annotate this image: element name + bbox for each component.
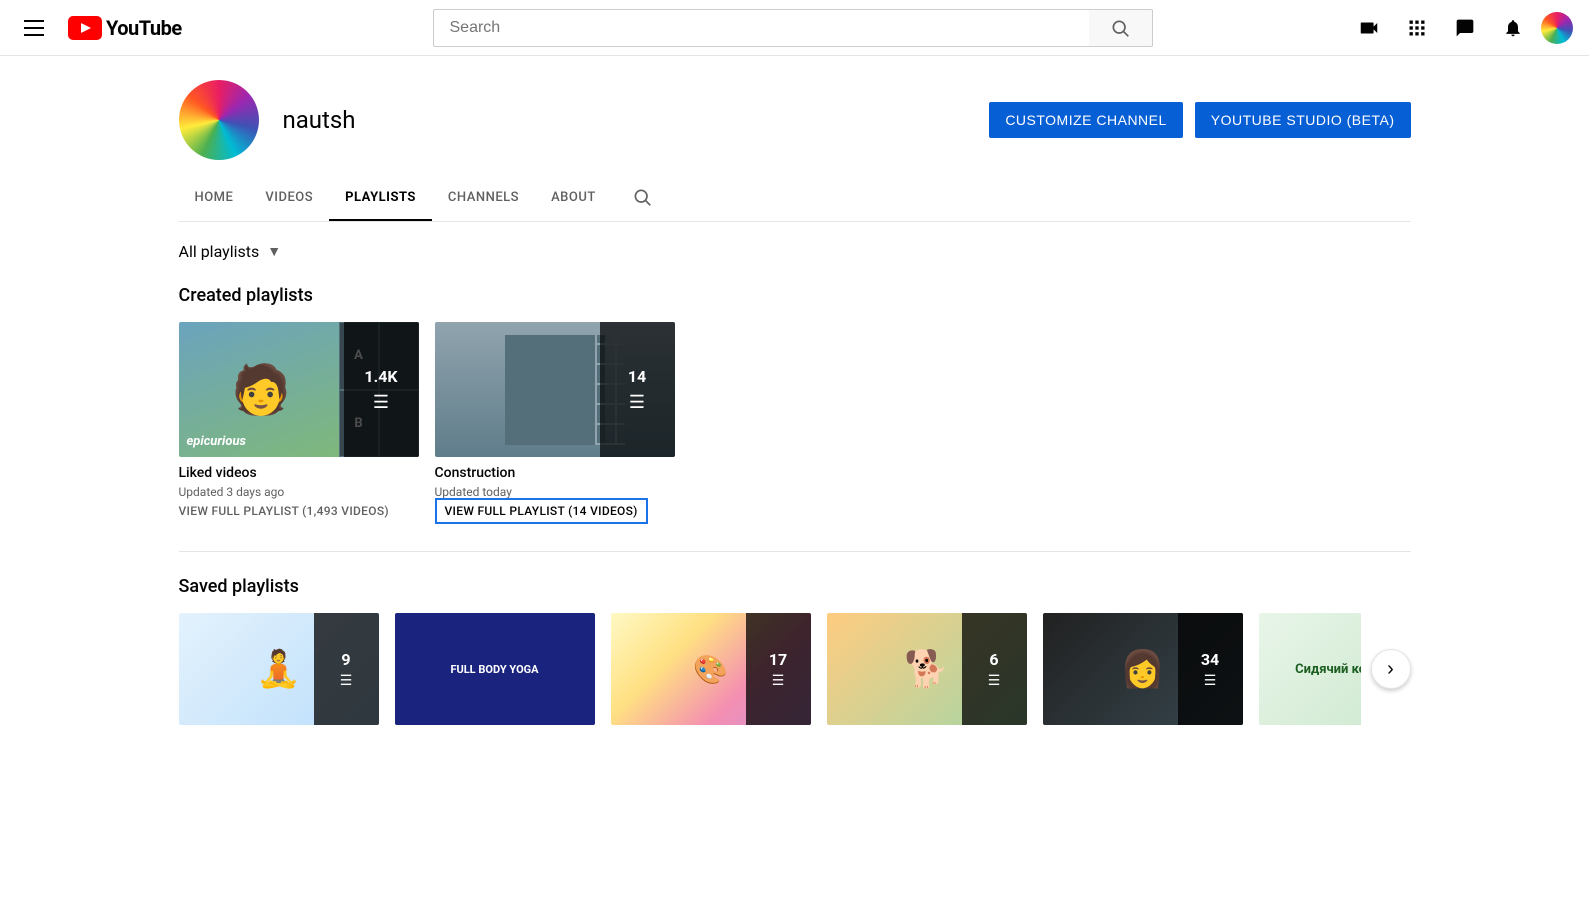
yoga-queue-icon: ☰ bbox=[340, 673, 353, 689]
apps-icon bbox=[1407, 18, 1427, 38]
dog-count: 6 bbox=[989, 650, 998, 669]
header-left: YouTube bbox=[16, 12, 236, 44]
youtube-studio-button[interactable]: YOUTUBE STUDIO (BETA) bbox=[1195, 102, 1411, 138]
saved-card-art[interactable]: 🎨 17 ☰ bbox=[611, 613, 811, 725]
construction-building bbox=[505, 335, 605, 445]
saved-playlists-section: Saved playlists 🧘 9 ☰ bbox=[179, 576, 1411, 725]
notifications-button[interactable] bbox=[1493, 8, 1533, 48]
channel-nav: HOME VIDEOS PLAYLISTS CHANNELS ABOUT bbox=[179, 176, 1411, 222]
channel-name: nautsh bbox=[283, 106, 966, 134]
channel-container: nautsh CUSTOMIZE CHANNEL YOUTUBE STUDIO … bbox=[155, 56, 1435, 777]
saved-row-wrapper: 🧘 9 ☰ FULL BODY YOGA bbox=[179, 613, 1411, 725]
saved-card-yoga[interactable]: 🧘 9 ☰ bbox=[179, 613, 379, 725]
saved-overlay-music: 34 ☰ bbox=[1178, 613, 1243, 725]
liked-title: Liked videos bbox=[179, 465, 419, 481]
playlist-thumb-construction: 14 ☰ bbox=[435, 322, 675, 457]
filter-dropdown-arrow: ▼ bbox=[267, 243, 281, 260]
header-right bbox=[1349, 8, 1573, 48]
dog-queue-icon: ☰ bbox=[988, 673, 1001, 689]
dog-emoji: 🐕 bbox=[904, 648, 949, 690]
search-input[interactable] bbox=[433, 9, 1089, 47]
art-count: 17 bbox=[769, 650, 787, 669]
fullbody-text: FULL BODY YOGA bbox=[395, 613, 595, 725]
russian-text: Сидячий комплекс L bbox=[1259, 613, 1361, 725]
hamburger-menu-button[interactable] bbox=[16, 12, 52, 44]
playlist-card-construction[interactable]: 14 ☰ Construction Updated today VIEW FUL… bbox=[435, 322, 675, 519]
epicurious-label: epicurious bbox=[187, 434, 247, 449]
liked-overlay: 1.4K ☰ bbox=[344, 322, 419, 457]
queue-icon-construction: ☰ bbox=[629, 392, 645, 413]
saved-overlay-yoga: 9 ☰ bbox=[314, 613, 379, 725]
saved-overlay-dog: 6 ☰ bbox=[962, 613, 1027, 725]
customize-channel-button[interactable]: CUSTOMIZE CHANNEL bbox=[989, 102, 1182, 138]
created-playlists-section: Created playlists 🧑 epicurious A B bbox=[179, 285, 1411, 519]
construction-updated: Updated today bbox=[435, 485, 675, 499]
saved-thumb-dog: 🐕 6 ☰ bbox=[827, 613, 1027, 725]
saved-thumb-russian: Сидячий комплекс L 56 ☰ bbox=[1259, 613, 1361, 725]
channel-avatar bbox=[179, 80, 259, 160]
content-area: All playlists ▼ Created playlists 🧑 epic… bbox=[179, 222, 1411, 777]
youtube-logo-text: YouTube bbox=[106, 16, 182, 40]
bell-icon bbox=[1503, 18, 1523, 38]
search-bar bbox=[433, 9, 1153, 47]
art-queue-icon: ☰ bbox=[772, 673, 785, 689]
activities-button[interactable] bbox=[1445, 8, 1485, 48]
saved-thumb-fullbody: FULL BODY YOGA bbox=[395, 613, 595, 725]
tab-home[interactable]: HOME bbox=[179, 176, 250, 221]
search-button[interactable] bbox=[1089, 9, 1153, 47]
header: YouTube bbox=[0, 0, 1589, 56]
saved-card-music[interactable]: 👩 34 ☰ bbox=[1043, 613, 1243, 725]
playlists-filter[interactable]: All playlists ▼ bbox=[179, 242, 1411, 261]
music-emoji: 👩 bbox=[1120, 648, 1165, 690]
person-emoji: 🧑 bbox=[231, 361, 291, 418]
construction-view-link[interactable]: VIEW FULL PLAYLIST (14 VIDEOS) bbox=[435, 498, 648, 524]
music-queue-icon: ☰ bbox=[1204, 673, 1217, 689]
saved-card-russian[interactable]: Сидячий комплекс L 56 ☰ bbox=[1259, 613, 1361, 725]
youtube-logo[interactable]: YouTube bbox=[68, 16, 182, 40]
created-section-title: Created playlists bbox=[179, 285, 1411, 306]
tab-videos[interactable]: VIDEOS bbox=[249, 176, 329, 221]
created-playlist-grid: 🧑 epicurious A B 1.4K ☰ bbox=[179, 322, 1411, 519]
upload-button[interactable] bbox=[1349, 8, 1389, 48]
apps-button[interactable] bbox=[1397, 8, 1437, 48]
queue-icon-liked: ☰ bbox=[373, 392, 389, 413]
upload-icon bbox=[1358, 17, 1380, 39]
filter-label: All playlists bbox=[179, 242, 260, 261]
tab-playlists[interactable]: PLAYLISTS bbox=[329, 176, 432, 221]
section-divider bbox=[179, 551, 1411, 552]
saved-thumb-art: 🎨 17 ☰ bbox=[611, 613, 811, 725]
saved-thumb-yoga: 🧘 9 ☰ bbox=[179, 613, 379, 725]
chat-icon bbox=[1455, 18, 1475, 38]
youtube-logo-icon bbox=[68, 16, 102, 40]
saved-overlay-art: 17 ☰ bbox=[746, 613, 811, 725]
channel-search-button[interactable] bbox=[620, 177, 664, 220]
yoga-person-icon: 🧘 bbox=[256, 648, 301, 690]
liked-view-link[interactable]: VIEW FULL PLAYLIST (1,493 VIDEOS) bbox=[179, 504, 389, 518]
scroll-right-button[interactable]: › bbox=[1371, 649, 1411, 689]
construction-overlay: 14 ☰ bbox=[600, 322, 675, 457]
liked-count: 1.4K bbox=[364, 367, 397, 386]
construction-count: 14 bbox=[628, 367, 646, 386]
playlist-thumb-liked: 🧑 epicurious A B 1.4K ☰ bbox=[179, 322, 419, 457]
playlist-info-construction: Construction Updated today VIEW FULL PLA… bbox=[435, 465, 675, 519]
construction-title: Construction bbox=[435, 465, 675, 481]
music-count: 34 bbox=[1201, 650, 1219, 669]
tab-about[interactable]: ABOUT bbox=[535, 176, 612, 221]
yoga-count: 9 bbox=[341, 650, 350, 669]
saved-card-dog[interactable]: 🐕 6 ☰ bbox=[827, 613, 1027, 725]
channel-actions: CUSTOMIZE CHANNEL YOUTUBE STUDIO (BETA) bbox=[989, 102, 1410, 138]
liked-updated: Updated 3 days ago bbox=[179, 485, 419, 499]
saved-card-fullbody[interactable]: FULL BODY YOGA bbox=[395, 613, 595, 725]
saved-section-title: Saved playlists bbox=[179, 576, 1411, 597]
playlist-info-liked: Liked videos Updated 3 days ago VIEW FUL… bbox=[179, 465, 419, 519]
tab-channels[interactable]: CHANNELS bbox=[432, 176, 535, 221]
saved-thumb-music: 👩 34 ☰ bbox=[1043, 613, 1243, 725]
art-palette-icon: 🎨 bbox=[693, 653, 728, 686]
avatar[interactable] bbox=[1541, 12, 1573, 44]
saved-playlist-row: 🧘 9 ☰ FULL BODY YOGA bbox=[179, 613, 1361, 725]
playlist-card-liked[interactable]: 🧑 epicurious A B 1.4K ☰ bbox=[179, 322, 419, 519]
channel-header: nautsh CUSTOMIZE CHANNEL YOUTUBE STUDIO … bbox=[179, 56, 1411, 176]
channel-search-icon bbox=[632, 187, 652, 207]
search-icon bbox=[1110, 18, 1130, 38]
